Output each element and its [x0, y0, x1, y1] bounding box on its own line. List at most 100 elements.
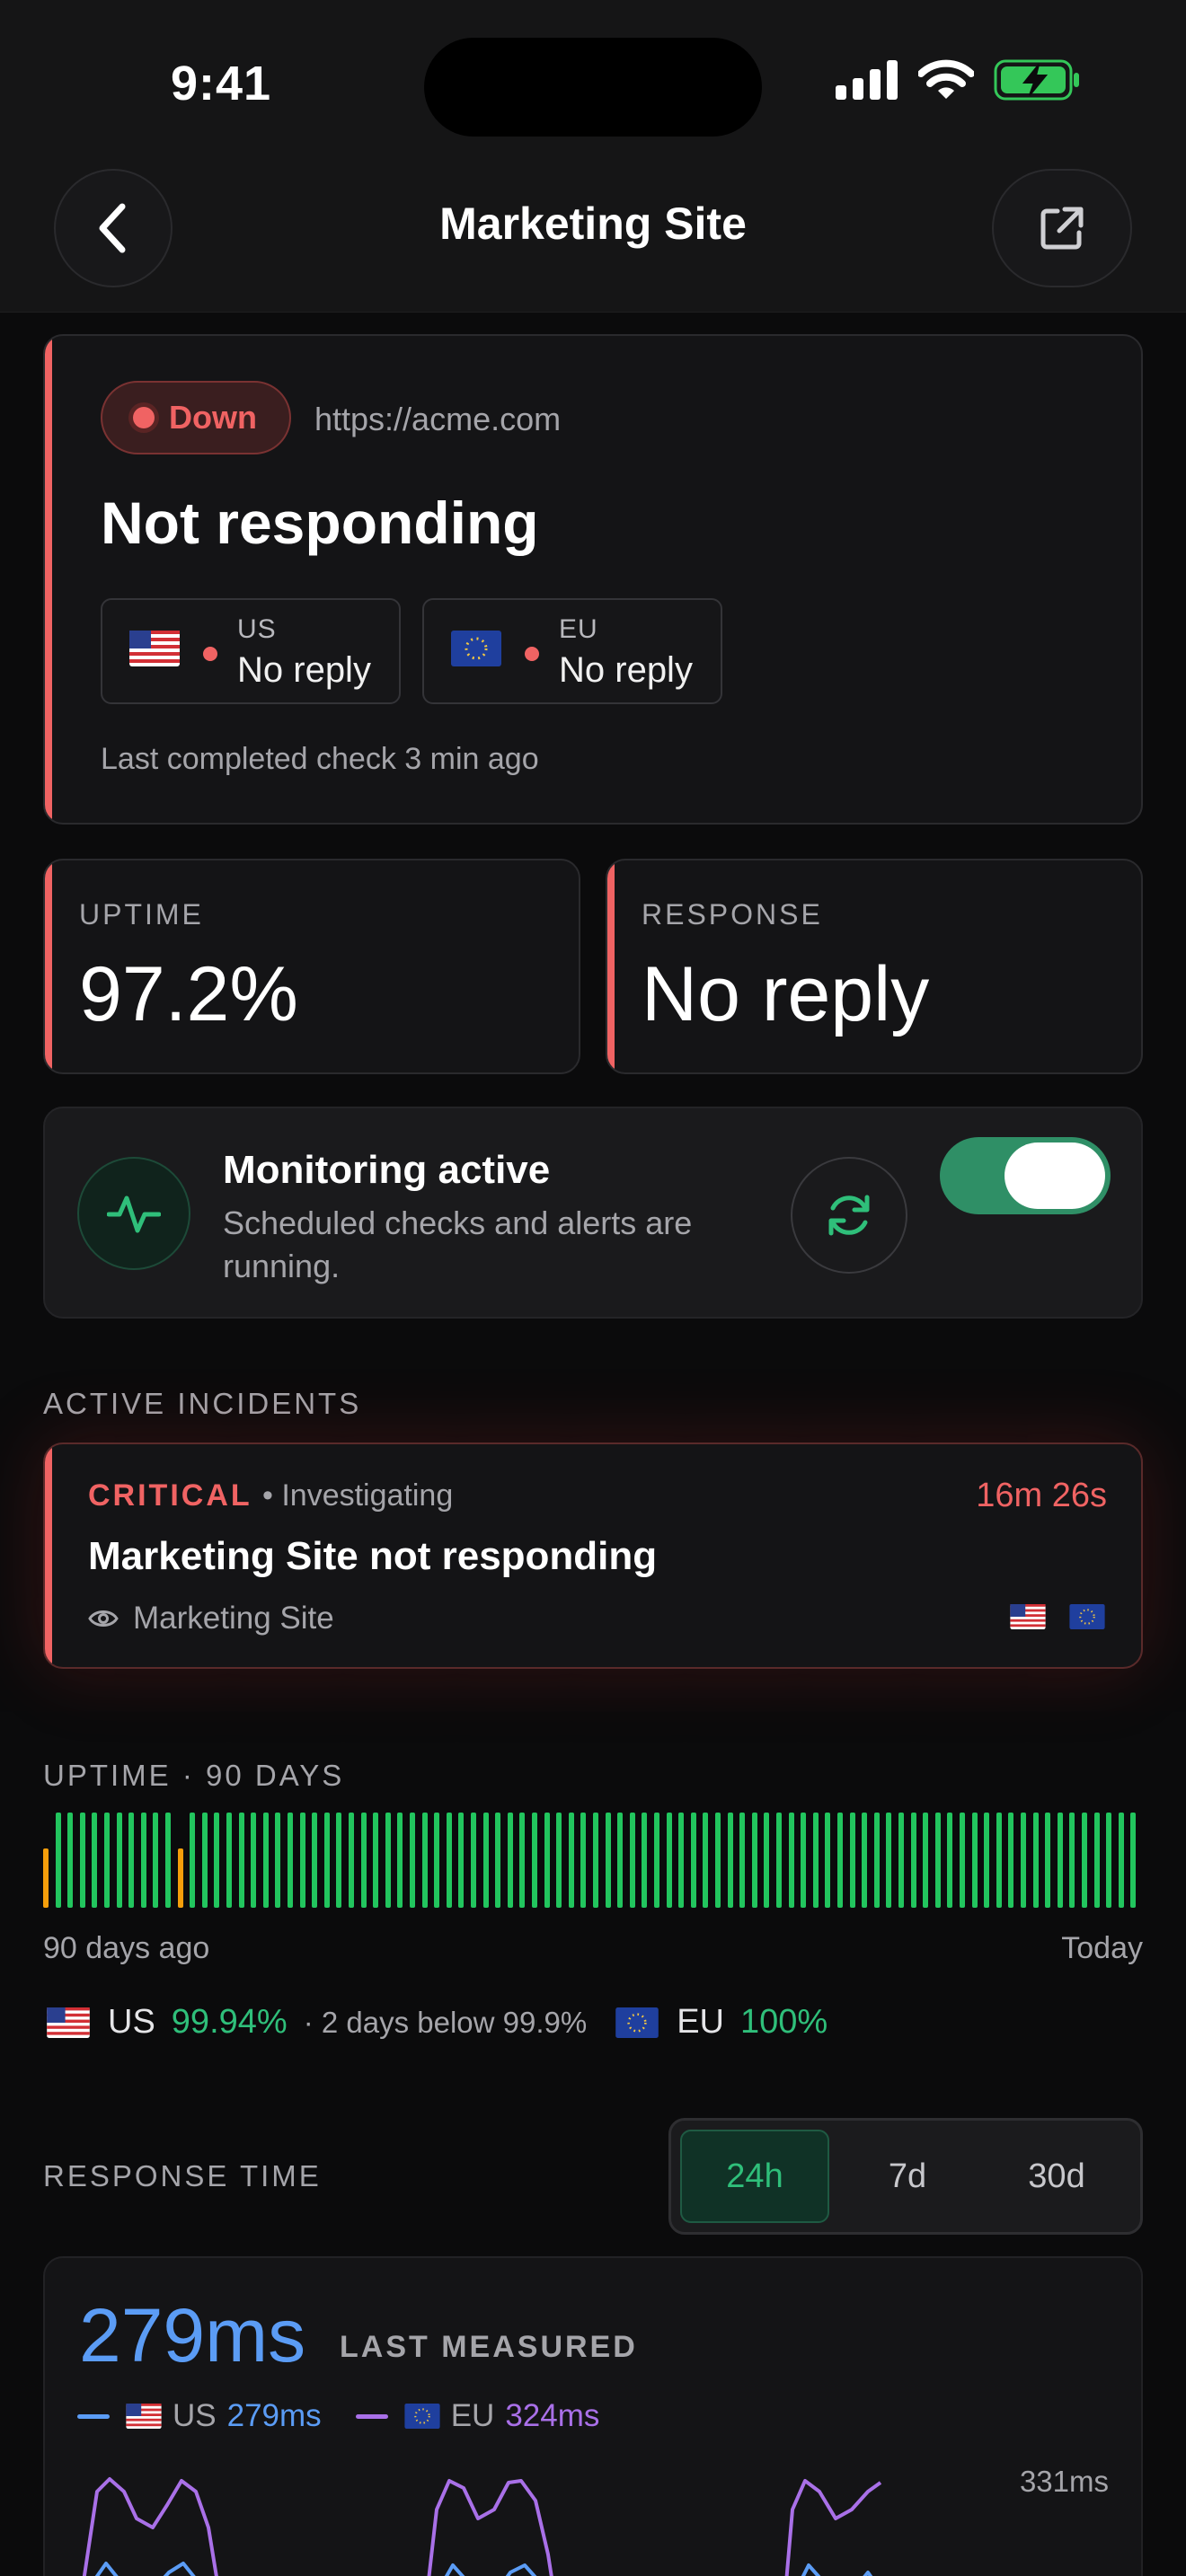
uptime-day-bar[interactable]	[349, 1813, 354, 1908]
uptime-day-bar[interactable]	[299, 1813, 305, 1908]
uptime-day-bar[interactable]	[1032, 1813, 1039, 1908]
uptime-day-bar[interactable]	[153, 1813, 159, 1908]
uptime-day-bar[interactable]	[323, 1813, 330, 1908]
uptime-day-bar[interactable]	[190, 1813, 196, 1908]
uptime-day-bar[interactable]	[262, 1813, 269, 1908]
eu-flag-icon	[1069, 1604, 1105, 1629]
uptime-day-bar[interactable]	[678, 1813, 685, 1908]
site-url[interactable]: https://acme.com	[314, 401, 561, 438]
uptime-day-bar[interactable]	[507, 1813, 513, 1908]
uptime-day-bar[interactable]	[251, 1813, 257, 1908]
uptime-day-bar[interactable]	[55, 1813, 61, 1908]
uptime-day-bar[interactable]	[825, 1813, 831, 1908]
uptime-day-bar[interactable]	[495, 1813, 501, 1908]
uptime-day-bar[interactable]	[67, 1813, 74, 1908]
uptime-day-bar[interactable]	[617, 1813, 624, 1908]
uptime-day-bar[interactable]	[898, 1813, 904, 1908]
uptime-day-bar[interactable]	[360, 1813, 367, 1908]
uptime-day-bar[interactable]	[92, 1813, 98, 1908]
uptime-day-bar[interactable]	[605, 1813, 611, 1908]
uptime-day-bar[interactable]	[544, 1813, 550, 1908]
uptime-day-bar[interactable]	[312, 1813, 318, 1908]
uptime-day-bar[interactable]	[446, 1813, 452, 1908]
uptime-day-bar[interactable]	[79, 1813, 85, 1908]
uptime-day-bar[interactable]	[580, 1813, 587, 1908]
uptime-day-bar[interactable]	[1069, 1813, 1075, 1908]
uptime-day-bar[interactable]	[862, 1813, 868, 1908]
uptime-day-bar[interactable]	[715, 1813, 721, 1908]
eu-legend-name: EU	[450, 2398, 495, 2433]
uptime-day-bar[interactable]	[519, 1813, 526, 1908]
uptime-day-bar[interactable]	[849, 1813, 855, 1908]
uptime-day-bar[interactable]	[934, 1813, 941, 1908]
uptime-day-bar[interactable]	[873, 1813, 880, 1908]
uptime-day-bar[interactable]	[654, 1813, 659, 1908]
uptime-day-bar[interactable]	[434, 1813, 440, 1908]
uptime-day-bar[interactable]	[471, 1813, 476, 1908]
uptime-day-bar-degraded[interactable]	[177, 1848, 183, 1908]
uptime-day-bar[interactable]	[1106, 1813, 1112, 1908]
uptime-day-bar[interactable]	[397, 1813, 403, 1908]
uptime-day-bar[interactable]	[947, 1813, 953, 1908]
uptime-day-bar[interactable]	[226, 1813, 232, 1908]
uptime-day-bar-degraded[interactable]	[43, 1848, 49, 1908]
range-option-30d[interactable]: 30d	[982, 2130, 1131, 2223]
range-option-24h[interactable]: 24h	[680, 2130, 829, 2223]
uptime-day-bar[interactable]	[532, 1813, 537, 1908]
uptime-day-bar[interactable]	[666, 1813, 672, 1908]
uptime-day-bar[interactable]	[1021, 1813, 1026, 1908]
open-external-button[interactable]	[992, 169, 1132, 287]
uptime-day-bar[interactable]	[642, 1813, 648, 1908]
incident-card[interactable]: CRITICAL • Investigating 16m 26s Marketi…	[43, 1442, 1143, 1669]
uptime-day-bar[interactable]	[238, 1813, 244, 1908]
uptime-day-bar[interactable]	[556, 1813, 562, 1908]
uptime-day-bar[interactable]	[703, 1813, 709, 1908]
uptime-day-bar[interactable]	[1057, 1813, 1063, 1908]
uptime-day-bar[interactable]	[788, 1813, 794, 1908]
uptime-day-bar[interactable]	[458, 1813, 465, 1908]
uptime-day-bar[interactable]	[201, 1813, 208, 1908]
refresh-button[interactable]	[791, 1157, 907, 1274]
uptime-day-bar[interactable]	[960, 1813, 965, 1908]
uptime-day-bar[interactable]	[288, 1813, 293, 1908]
uptime-day-bar[interactable]	[1082, 1813, 1087, 1908]
uptime-day-bar[interactable]	[410, 1813, 415, 1908]
uptime-day-bar[interactable]	[812, 1813, 819, 1908]
uptime-day-bar[interactable]	[923, 1813, 929, 1908]
uptime-day-bar[interactable]	[690, 1813, 696, 1908]
uptime-day-bar[interactable]	[593, 1813, 598, 1908]
uptime-day-bar[interactable]	[116, 1813, 122, 1908]
uptime-day-bar[interactable]	[886, 1813, 892, 1908]
uptime-day-bar[interactable]	[482, 1813, 489, 1908]
uptime-day-bar[interactable]	[801, 1813, 807, 1908]
uptime-day-bar[interactable]	[385, 1813, 391, 1908]
range-option-7d[interactable]: 7d	[833, 2130, 982, 2223]
uptime-day-bar[interactable]	[373, 1813, 379, 1908]
uptime-day-bar[interactable]	[751, 1813, 757, 1908]
uptime-day-bar[interactable]	[1118, 1813, 1124, 1908]
uptime-day-bar[interactable]	[165, 1813, 171, 1908]
uptime-day-bar[interactable]	[336, 1813, 342, 1908]
uptime-day-bar[interactable]	[776, 1813, 782, 1908]
uptime-day-bar[interactable]	[739, 1813, 746, 1908]
uptime-day-bar[interactable]	[971, 1813, 978, 1908]
uptime-day-bar[interactable]	[140, 1813, 146, 1908]
uptime-day-bar[interactable]	[910, 1813, 916, 1908]
uptime-day-bar[interactable]	[104, 1813, 110, 1908]
uptime-day-bar[interactable]	[1008, 1813, 1014, 1908]
monitoring-toggle[interactable]	[940, 1137, 1111, 1214]
uptime-day-bar[interactable]	[568, 1813, 574, 1908]
uptime-day-bar[interactable]	[764, 1813, 770, 1908]
uptime-day-bar[interactable]	[984, 1813, 990, 1908]
uptime-day-bar[interactable]	[1093, 1813, 1100, 1908]
uptime-day-bar[interactable]	[1130, 1813, 1137, 1908]
uptime-day-bar[interactable]	[996, 1813, 1002, 1908]
uptime-day-bar[interactable]	[214, 1813, 220, 1908]
uptime-day-bar[interactable]	[275, 1813, 281, 1908]
uptime-day-bar[interactable]	[629, 1813, 635, 1908]
uptime-day-bar[interactable]	[421, 1813, 428, 1908]
uptime-day-bar[interactable]	[837, 1813, 843, 1908]
uptime-day-bar[interactable]	[128, 1813, 135, 1908]
uptime-day-bar[interactable]	[1045, 1813, 1051, 1908]
uptime-day-bar[interactable]	[727, 1813, 733, 1908]
